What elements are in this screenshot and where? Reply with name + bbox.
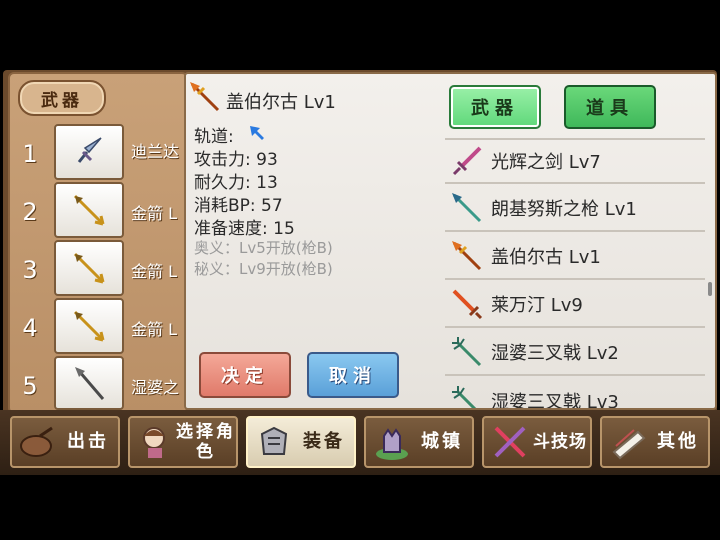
weapon-name: 朗基努斯之枪 Lv1 [491, 199, 637, 220]
slot-weapon-name: 湿婆之 [131, 378, 180, 397]
spear-icon [449, 238, 485, 274]
secret-skill-1: 奥义：Lv5开放(枪B) [194, 239, 333, 257]
list-item[interactable]: 盖伯尔古 Lv1 [445, 234, 705, 280]
list-item[interactable]: 莱万汀 Lv9 [445, 282, 705, 328]
nav-other-button[interactable]: 其他 [600, 416, 710, 468]
arrow-icon [73, 194, 105, 226]
list-item[interactable]: 湿婆三叉戟 Lv2 [445, 330, 705, 376]
list-item[interactable]: 光辉之剑 Lv7 [445, 138, 705, 184]
spear-icon [449, 190, 485, 226]
nav-label: 城镇 [421, 431, 463, 452]
sword-icon [449, 143, 485, 179]
weapon-slot-4[interactable] [54, 298, 124, 354]
nav-label: 出击 [67, 431, 109, 452]
tab-item[interactable]: 道具 [564, 85, 656, 129]
sword-icon [77, 137, 102, 163]
tab-weapon[interactable]: 武器 [449, 85, 541, 129]
cancel-button[interactable]: 取消 [307, 352, 399, 398]
slot-number: 5 [22, 372, 38, 400]
character-icon [136, 422, 176, 462]
slot-number: 1 [22, 140, 38, 168]
arrow-up-left-icon [248, 124, 266, 142]
list-item[interactable]: 湿婆三叉戟 Lv3 [445, 378, 705, 408]
weapon-name: 莱万汀 Lv9 [491, 295, 583, 316]
weapon-name: 湿婆三叉戟 Lv3 [491, 392, 619, 408]
slot-weapon-name: 金箭 L [131, 204, 178, 223]
weapon-slot-3[interactable] [54, 240, 124, 296]
selected-weapon-title: 盖伯尔古 Lv1 [226, 92, 336, 113]
nav-town-button[interactable]: 城镇 [364, 416, 474, 468]
castle-icon [372, 422, 412, 462]
crossed-swords-icon [490, 422, 530, 462]
list-item[interactable]: 朗基努斯之枪 Lv1 [445, 186, 705, 232]
nav-sortie-button[interactable]: 出击 [10, 416, 120, 468]
prep-speed-stat: 准备速度: 15 [194, 219, 295, 239]
nav-label: 选择角色 [176, 422, 236, 462]
attack-stat: 攻击力: 93 [194, 150, 278, 170]
slot-number: 2 [22, 198, 38, 226]
bag-icon [18, 422, 58, 462]
slot-number: 4 [22, 314, 38, 342]
spear-icon [188, 80, 222, 114]
nav-equipment-button[interactable]: 装备 [246, 416, 356, 468]
weapon-name: 光辉之剑 Lv7 [491, 152, 601, 173]
secret-skill-2: 秘义：Lv9开放(枪B) [194, 260, 333, 278]
nav-label: 其他 [657, 431, 699, 452]
nav-label: 斗技场 [533, 432, 587, 452]
weapon-slot-2[interactable] [54, 182, 124, 238]
arrow-icon [73, 252, 105, 284]
nav-arena-button[interactable]: 斗技场 [482, 416, 592, 468]
weapon-slot-1[interactable] [54, 124, 124, 180]
sword-icon [449, 286, 485, 322]
weapon-name: 湿婆三叉戟 Lv2 [491, 343, 619, 364]
list-scrollbar[interactable] [708, 282, 712, 296]
confirm-button[interactable]: 决定 [199, 352, 291, 398]
slot-number: 3 [22, 256, 38, 284]
weapon-name: 盖伯尔古 Lv1 [491, 247, 601, 268]
spear-icon [75, 367, 105, 400]
slot-weapon-name: 金箭 L [131, 320, 178, 339]
track-label: 轨道: [194, 127, 234, 147]
scroll-icon [608, 422, 648, 462]
nav-label: 装备 [303, 431, 345, 452]
durability-stat: 耐久力: 13 [194, 173, 278, 193]
nav-select-character-button[interactable]: 选择角色 [128, 416, 238, 468]
armor-icon [254, 422, 294, 462]
weapon-slot-5[interactable] [54, 356, 124, 410]
weapon-list[interactable]: 光辉之剑 Lv7 朗基努斯之枪 Lv1 盖伯尔古 Lv1 莱万汀 Lv9 湿婆三… [445, 138, 705, 408]
arrow-icon [73, 310, 105, 342]
weapon-category-tab[interactable]: 武器 [18, 80, 106, 116]
trident-icon [449, 383, 485, 408]
slot-weapon-name: 金箭 L [131, 262, 178, 281]
bp-cost-stat: 消耗BP: 57 [194, 196, 283, 216]
trident-icon [449, 334, 485, 370]
slot-weapon-name: 迪兰达 [131, 142, 180, 161]
